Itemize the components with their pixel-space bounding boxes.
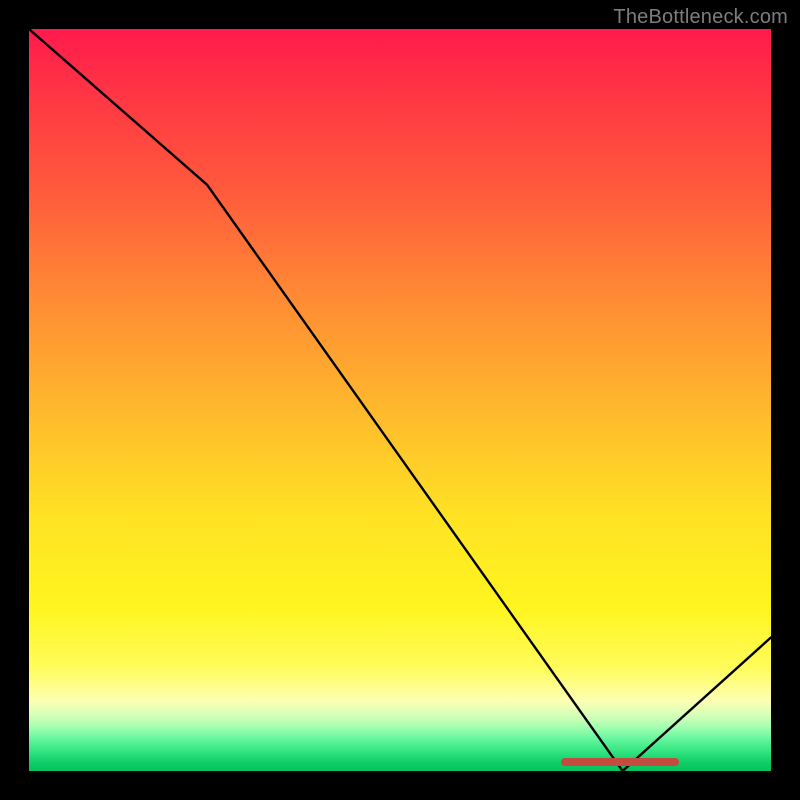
background-gradient [29,29,771,771]
watermark-text: TheBottleneck.com [613,6,788,29]
optimal-range-marker [561,758,679,766]
chart-frame: TheBottleneck.com [0,0,800,800]
plot-area [29,29,771,771]
